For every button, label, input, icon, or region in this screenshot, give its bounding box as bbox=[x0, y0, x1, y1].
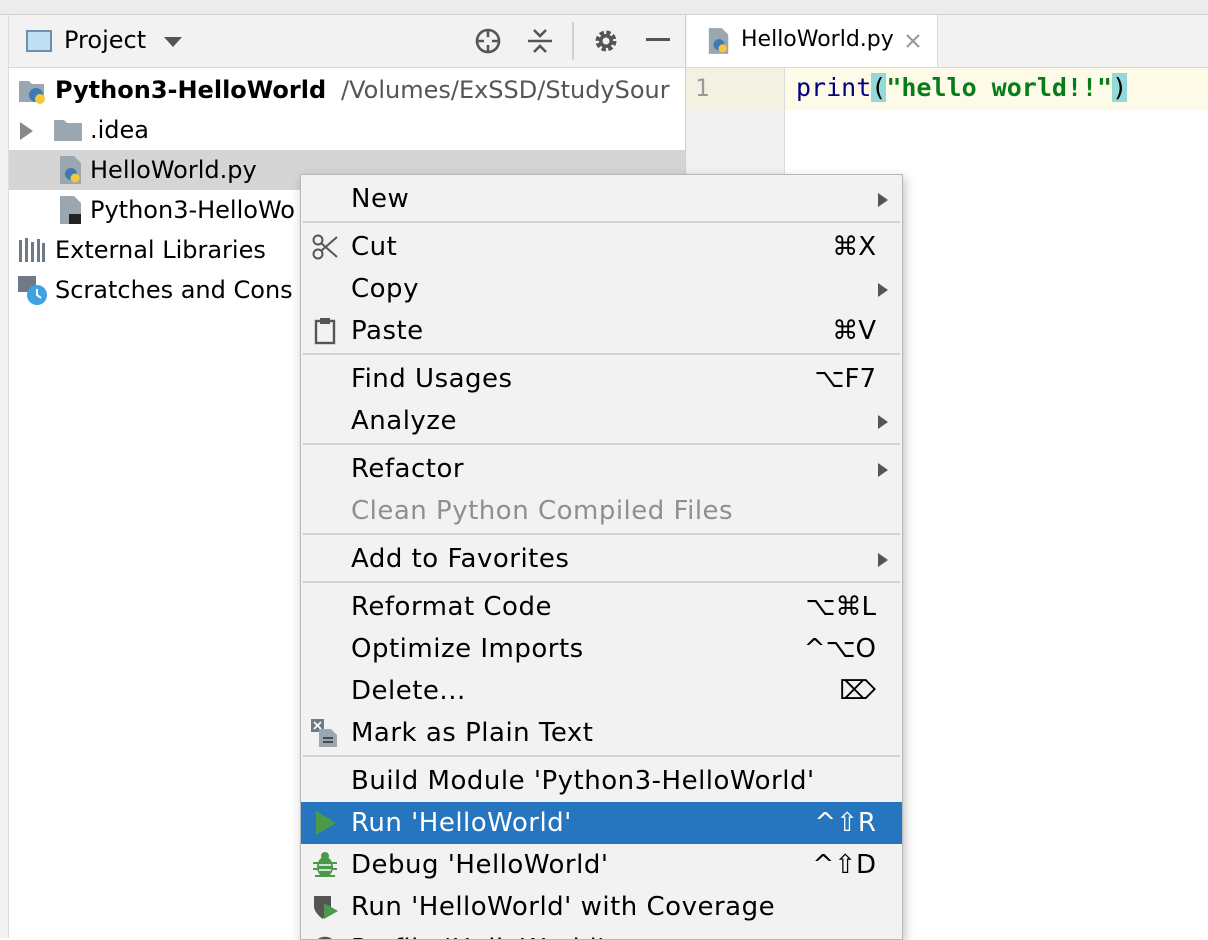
submenu-arrow-icon bbox=[878, 553, 888, 567]
menu-item-label: Optimize Imports bbox=[351, 634, 584, 664]
menu-item-run-coverage[interactable]: Run 'HelloWorld' with Coverage bbox=[301, 886, 902, 928]
menu-shortcut: ^⌥O bbox=[803, 634, 876, 664]
menu-item-refactor[interactable]: Refactor bbox=[301, 448, 902, 490]
menu-item-debug[interactable]: Debug 'HelloWorld' ^⇧D bbox=[301, 844, 902, 886]
submenu-arrow-icon bbox=[878, 193, 888, 207]
coverage-shield-icon bbox=[314, 896, 338, 919]
menu-item-label: Mark as Plain Text bbox=[351, 718, 594, 748]
menu-item-paste[interactable]: Paste ⌘V bbox=[301, 310, 902, 352]
profile-clock-icon bbox=[318, 936, 332, 939]
menu-item-label: Find Usages bbox=[351, 364, 513, 394]
project-root-name: Python3-HelloWorld bbox=[55, 76, 327, 104]
gear-icon[interactable] bbox=[592, 27, 620, 55]
menu-item-label: Add to Favorites bbox=[351, 544, 570, 574]
python-file-icon bbox=[708, 28, 729, 54]
menu-shortcut: ⌥F7 bbox=[814, 364, 876, 394]
menu-separator bbox=[303, 221, 900, 223]
menu-separator bbox=[303, 755, 900, 757]
menu-item-label: Paste bbox=[351, 316, 424, 346]
menu-item-label: Run 'HelloWorld' with Coverage bbox=[351, 892, 776, 922]
menu-separator bbox=[303, 443, 900, 445]
project-view-icon[interactable] bbox=[26, 30, 52, 52]
tool-window-stripe bbox=[0, 15, 9, 938]
text-file-icon bbox=[60, 196, 81, 224]
menu-separator bbox=[303, 581, 900, 583]
run-play-icon bbox=[316, 811, 336, 835]
folder-icon bbox=[54, 120, 82, 141]
project-view-title[interactable]: Project bbox=[64, 26, 146, 54]
project-folder-python-icon bbox=[19, 81, 45, 104]
menu-item-reformat[interactable]: Reformat Code ⌥⌘L bbox=[301, 586, 902, 628]
line-number: 1 bbox=[695, 74, 710, 102]
code-close-paren: ) bbox=[1112, 73, 1128, 102]
code-string: "hello world!!" bbox=[886, 73, 1113, 102]
code-line[interactable]: print("hello world!!") bbox=[796, 73, 1128, 102]
external-libraries-label: External Libraries bbox=[55, 236, 266, 264]
python-file-icon bbox=[60, 156, 81, 184]
menu-shortcut: ^⇧D bbox=[812, 850, 876, 880]
menu-item-mark-plain-text[interactable]: Mark as Plain Text bbox=[301, 712, 902, 754]
python3-hello-label: Python3-HelloWo bbox=[90, 196, 295, 224]
menu-item-cut[interactable]: Cut ⌘X bbox=[301, 226, 902, 268]
menu-separator bbox=[303, 353, 900, 355]
menu-item-clean-python: Clean Python Compiled Files bbox=[301, 490, 902, 532]
menu-item-label: Clean Python Compiled Files bbox=[351, 496, 734, 526]
submenu-arrow-icon bbox=[878, 283, 888, 297]
submenu-arrow-icon bbox=[878, 463, 888, 477]
tree-item-idea[interactable]: .idea bbox=[18, 110, 678, 150]
menu-item-build-module[interactable]: Build Module 'Python3-HelloWorld' bbox=[301, 760, 902, 802]
idea-folder-label: .idea bbox=[90, 116, 150, 144]
menu-separator bbox=[303, 533, 900, 535]
menu-item-label: Delete... bbox=[351, 676, 466, 706]
locate-icon[interactable] bbox=[474, 27, 502, 55]
menu-item-label: Build Module 'Python3-HelloWorld' bbox=[351, 766, 815, 796]
menu-shortcut: ⌥⌘L bbox=[805, 592, 876, 622]
code-open-paren: ( bbox=[871, 73, 887, 102]
plain-text-icon bbox=[311, 719, 337, 747]
editor-tab-helloworld[interactable]: HelloWorld.py bbox=[687, 15, 938, 67]
menu-item-new[interactable]: New bbox=[301, 178, 902, 220]
scratches-label: Scratches and Cons bbox=[55, 276, 293, 304]
menu-item-label: Analyze bbox=[351, 406, 457, 436]
minimize-icon[interactable] bbox=[646, 38, 670, 41]
scissors-icon bbox=[312, 234, 338, 260]
window-top-strip bbox=[0, 0, 1208, 15]
helloworld-py-label: HelloWorld.py bbox=[90, 156, 257, 184]
submenu-arrow-icon bbox=[878, 415, 888, 429]
editor-tab-label: HelloWorld.py bbox=[741, 27, 894, 52]
scratches-icon bbox=[18, 276, 47, 305]
chevron-down-icon[interactable] bbox=[164, 37, 182, 47]
menu-item-label: New bbox=[351, 184, 410, 214]
close-icon[interactable] bbox=[905, 33, 921, 49]
menu-item-label: Reformat Code bbox=[351, 592, 552, 622]
header-divider bbox=[572, 22, 574, 60]
menu-item-find-usages[interactable]: Find Usages ⌥F7 bbox=[301, 358, 902, 400]
menu-item-analyze[interactable]: Analyze bbox=[301, 400, 902, 442]
clipboard-icon bbox=[314, 318, 336, 345]
menu-item-delete[interactable]: Delete... ⌦ bbox=[301, 670, 902, 712]
menu-item-profile[interactable]: Profile 'HelloWorld' bbox=[301, 928, 902, 939]
menu-item-copy[interactable]: Copy bbox=[301, 268, 902, 310]
menu-item-optimize-imports[interactable]: Optimize Imports ^⌥O bbox=[301, 628, 902, 670]
menu-shortcut: ⌦ bbox=[839, 676, 876, 706]
menu-item-run[interactable]: Run 'HelloWorld' ^⇧R bbox=[301, 802, 902, 844]
expand-arrow-icon[interactable] bbox=[20, 122, 33, 140]
project-root-path: /Volumes/ExSSD/StudySour bbox=[341, 76, 670, 104]
menu-item-label: Profile 'HelloWorld' bbox=[351, 928, 605, 939]
menu-shortcut: ⌘X bbox=[832, 232, 876, 262]
menu-item-label: Copy bbox=[351, 274, 419, 304]
menu-item-label: Debug 'HelloWorld' bbox=[351, 850, 609, 880]
library-icon bbox=[19, 238, 45, 262]
code-function: print bbox=[796, 73, 872, 102]
menu-item-label: Run 'HelloWorld' bbox=[351, 808, 572, 838]
menu-shortcut: ⌘V bbox=[832, 316, 876, 346]
menu-item-label: Cut bbox=[351, 232, 398, 262]
menu-item-label: Refactor bbox=[351, 454, 465, 484]
menu-shortcut: ^⇧R bbox=[814, 808, 876, 838]
debug-bug-icon bbox=[313, 852, 337, 877]
collapse-all-icon[interactable] bbox=[526, 27, 554, 55]
menu-item-add-favorites[interactable]: Add to Favorites bbox=[301, 538, 902, 580]
context-menu: New Cut ⌘X Copy Paste ⌘V Find Usages ⌥F7… bbox=[300, 174, 903, 940]
